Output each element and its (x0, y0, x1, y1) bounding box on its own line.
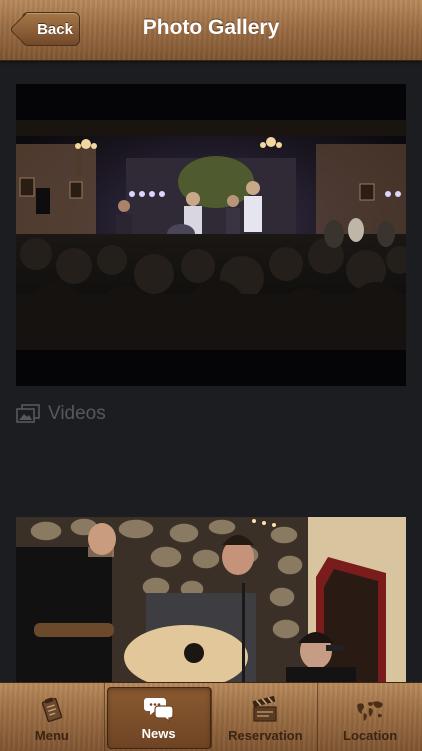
tab-reservation[interactable]: Reservation (214, 683, 319, 751)
clipboard-icon (37, 696, 67, 724)
tab-bar: Menu News Reservation Location (0, 682, 422, 751)
navigation-bar: Back Photo Gallery (0, 0, 422, 61)
photo-stack-icon (16, 404, 40, 424)
tab-location-label: Location (343, 728, 398, 743)
tab-news-label: News (141, 726, 176, 741)
acoustic-band-photo[interactable] (16, 517, 406, 683)
clapperboard-icon (250, 695, 280, 724)
tab-location[interactable]: Location (318, 683, 422, 751)
tab-news[interactable]: News (106, 687, 212, 749)
world-map-icon (355, 696, 385, 724)
back-button-label: Back (37, 20, 73, 38)
concert-photo[interactable] (16, 84, 406, 386)
tab-menu-label: Menu (34, 728, 69, 743)
tab-reservation-label: Reservation (228, 728, 303, 743)
videos-section-label: Videos (16, 402, 106, 426)
speech-bubbles-icon (143, 694, 174, 723)
tab-menu[interactable]: Menu (0, 683, 105, 751)
videos-label: Videos (48, 403, 106, 424)
